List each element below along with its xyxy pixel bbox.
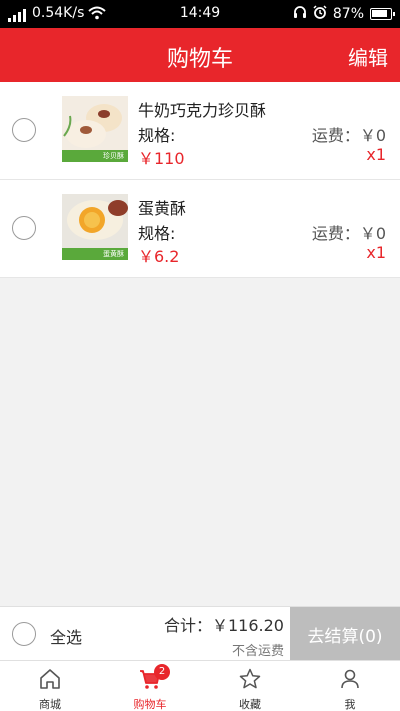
headset-icon (293, 5, 307, 23)
tab-home[interactable]: 商城 (0, 661, 100, 711)
product-image-band: 蛋黄酥 (62, 248, 128, 260)
edit-button[interactable]: 编辑 (348, 42, 388, 71)
tab-label: 我 (344, 698, 356, 711)
item-select-radio[interactable] (12, 216, 36, 240)
tab-bar: 商城 2 购物车 收藏 我 (0, 660, 400, 711)
product-name[interactable]: 牛奶巧克力珍贝酥 (138, 97, 266, 121)
person-icon (341, 669, 359, 689)
page-title: 购物车 (166, 47, 233, 72)
battery-level: 87% (332, 6, 364, 22)
product-image[interactable]: 珍贝酥 (62, 96, 128, 162)
product-quantity: x1 (366, 145, 386, 164)
tab-cart[interactable]: 2 购物车 (100, 661, 200, 711)
cart-item: 珍贝酥 牛奶巧克力珍贝酥 规格: ￥110 运费：￥0 x1 (0, 82, 400, 180)
tab-label: 收藏 (239, 698, 261, 711)
shipping-fee: 运费：￥0 (311, 126, 386, 145)
product-spec: 规格: (138, 224, 176, 243)
cart-list: 珍贝酥 牛奶巧克力珍贝酥 规格: ￥110 运费：￥0 x1 蛋黄酥 蛋黄酥 规… (0, 82, 400, 278)
tab-label: 商城 (39, 698, 61, 711)
cart-count-badge: 2 (154, 664, 170, 680)
cart-item: 蛋黄酥 蛋黄酥 规格: ￥6.2 运费：￥0 x1 (0, 180, 400, 278)
tab-label: 购物车 (133, 698, 167, 711)
cart-total: 合计：￥116.20 (164, 616, 284, 635)
shipping-note: 不含运费 (231, 644, 284, 659)
star-icon (239, 668, 261, 689)
product-spec: 规格: (138, 126, 176, 145)
status-bar: 0.54K/s 14:49 87% (0, 0, 400, 28)
select-all-radio[interactable] (12, 622, 36, 646)
product-price: ￥110 (138, 149, 185, 168)
checkout-bar: 全选 合计：￥116.20 不含运费 去结算(0) (0, 606, 400, 661)
header: 购物车 编辑 (0, 28, 400, 82)
shipping-fee: 运费：￥0 (311, 224, 386, 243)
product-image-band: 珍贝酥 (62, 150, 128, 162)
product-quantity: x1 (366, 243, 386, 262)
alarm-icon (313, 5, 327, 23)
battery-icon (370, 8, 395, 20)
product-image[interactable]: 蛋黄酥 (62, 194, 128, 260)
select-all-label[interactable]: 全选 (50, 624, 82, 648)
product-price: ￥6.2 (138, 247, 180, 266)
checkout-button[interactable]: 去结算(0) (290, 607, 400, 661)
product-name[interactable]: 蛋黄酥 (138, 195, 186, 219)
home-icon (40, 669, 60, 689)
tab-profile[interactable]: 我 (300, 661, 400, 711)
item-select-radio[interactable] (12, 118, 36, 142)
tab-favorites[interactable]: 收藏 (200, 661, 300, 711)
